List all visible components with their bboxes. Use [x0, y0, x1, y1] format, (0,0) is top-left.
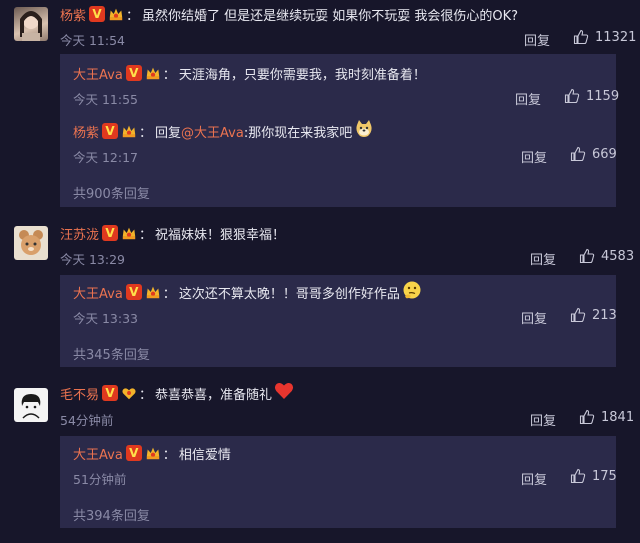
username[interactable]: 杨紫: [60, 5, 86, 24]
like-count: 1841: [601, 409, 635, 425]
mention-link[interactable]: @大王Ava: [181, 122, 244, 141]
comment-header: 毛不易 V ： 恭喜恭喜，准备随礼: [60, 383, 294, 403]
colon: ：: [162, 67, 176, 83]
avatar[interactable]: [14, 7, 48, 41]
reply-button[interactable]: 回复: [521, 308, 547, 327]
colon: ：: [162, 447, 176, 463]
like-button[interactable]: 4583: [579, 248, 634, 264]
like-count: 4583: [601, 248, 635, 264]
crown-badge-icon: [121, 123, 137, 139]
username[interactable]: 汪苏泷: [60, 224, 99, 243]
reply-box: 大王Ava V ： 天涯海角，只要你需要我，我时刻准备着！ 今天 11:55 回…: [60, 54, 619, 207]
colon: ：: [139, 227, 153, 243]
avatar[interactable]: [14, 388, 48, 422]
like-count: 11321: [595, 29, 637, 45]
crown-badge-icon: [108, 6, 124, 22]
timestamp: 54分钟前: [60, 413, 114, 428]
verified-badge-icon: V: [125, 65, 142, 81]
comment-text: 虽然你结婚了 但是还是继续玩耍 如果你不玩耍 我会很伤心的OK?: [142, 8, 519, 24]
verified-badge-icon: V: [102, 225, 119, 241]
thumbs-up-icon: [564, 88, 580, 104]
reply-prefix: 回复: [155, 125, 182, 141]
total-replies-link[interactable]: 共394条回复: [73, 505, 150, 524]
colon: ：: [139, 387, 153, 403]
reply-header: 杨紫 V ： 回复 @大王Ava :那你现在来我家吧: [73, 119, 374, 143]
username[interactable]: 杨紫: [73, 122, 99, 141]
heart-emoji-icon: [274, 381, 294, 405]
reply-button[interactable]: 回复: [530, 410, 556, 429]
reply-button[interactable]: 回复: [521, 469, 547, 488]
colon: ：: [162, 286, 176, 302]
thumbs-up-icon: [570, 146, 586, 162]
verified-badge-icon: V: [125, 445, 142, 461]
verified-badge-icon: V: [125, 284, 142, 300]
crown-badge-icon: [145, 445, 161, 461]
total-replies-link[interactable]: 共345条回复: [73, 344, 150, 363]
like-count: 1159: [586, 88, 620, 104]
verified-badge-icon: V: [102, 385, 119, 401]
colon: ：: [139, 125, 153, 141]
like-button[interactable]: 1159: [564, 88, 619, 104]
like-button[interactable]: 175: [570, 468, 617, 484]
colon: ：: [126, 8, 140, 24]
like-count: 669: [592, 146, 617, 162]
like-button[interactable]: 11321: [573, 29, 636, 45]
reply-header: 大王Ava V ： 这次还不算太晚！！哥哥多创作好作品: [73, 280, 422, 304]
thumbs-up-icon: [579, 248, 595, 264]
username[interactable]: 大王Ava: [73, 444, 123, 463]
like-button[interactable]: 213: [570, 307, 617, 323]
verified-badge-icon: V: [102, 123, 119, 139]
thumbs-up-icon: [570, 307, 586, 323]
comment-header: 汪苏泷 V ： 祝福妹妹！狠狠幸福！: [60, 223, 285, 243]
reply-button[interactable]: 回复: [515, 89, 541, 108]
reply-header: 大王Ava V ： 天涯海角，只要你需要我，我时刻准备着！: [73, 63, 426, 83]
crown-badge-icon: [145, 284, 161, 300]
heart-crown-badge-icon: [121, 385, 137, 401]
reply-button[interactable]: 回复: [530, 249, 556, 268]
thumbs-up-icon: [570, 468, 586, 484]
thumbs-up-icon: [579, 409, 595, 425]
comment-header: 杨紫 V ： 虽然你结婚了 但是还是继续玩耍 如果你不玩耍 我会很伤心的OK?: [60, 4, 518, 24]
thumbs-up-icon: [573, 29, 589, 45]
total-replies-link[interactable]: 共900条回复: [73, 183, 150, 202]
like-count: 213: [592, 307, 617, 323]
crown-badge-icon: [145, 65, 161, 81]
timestamp: 今天 11:55: [73, 92, 138, 107]
reply-button[interactable]: 回复: [521, 147, 547, 166]
comment-text: 恭喜恭喜，准备随礼: [155, 387, 273, 403]
like-button[interactable]: 1841: [579, 409, 634, 425]
avatar[interactable]: [14, 226, 48, 260]
reply-button[interactable]: 回复: [524, 30, 550, 49]
reply-text: 天涯海角，只要你需要我，我时刻准备着！: [178, 67, 426, 83]
reply-box: 大王Ava V ： 这次还不算太晚！！哥哥多创作好作品 今天 13:33 回复 …: [60, 275, 617, 367]
like-button[interactable]: 669: [570, 146, 617, 162]
thinking-emoji-icon: [402, 280, 422, 304]
username[interactable]: 毛不易: [60, 384, 99, 403]
timestamp: 51分钟前: [73, 472, 127, 487]
timestamp: 今天 13:33: [73, 311, 138, 326]
reply-text: 相信爱情: [178, 447, 231, 463]
username[interactable]: 大王Ava: [73, 283, 123, 302]
doge-emoji-icon: [354, 119, 374, 143]
like-count: 175: [592, 468, 617, 484]
username[interactable]: 大王Ava: [73, 64, 123, 83]
reply-text: 这次还不算太晚！！哥哥多创作好作品: [178, 286, 400, 302]
verified-badge-icon: V: [89, 6, 106, 22]
reply-text: :那你现在来我家吧: [243, 125, 353, 141]
crown-badge-icon: [121, 225, 137, 241]
timestamp: 今天 11:54: [60, 33, 125, 48]
timestamp: 今天 12:17: [73, 150, 138, 165]
reply-box: 大王Ava V ： 相信爱情 51分钟前 回复 175 共394条回复: [60, 436, 617, 528]
timestamp: 今天 13:29: [60, 252, 125, 267]
reply-header: 大王Ava V ： 相信爱情: [73, 443, 231, 463]
comment-text: 祝福妹妹！狠狠幸福！: [155, 227, 286, 243]
